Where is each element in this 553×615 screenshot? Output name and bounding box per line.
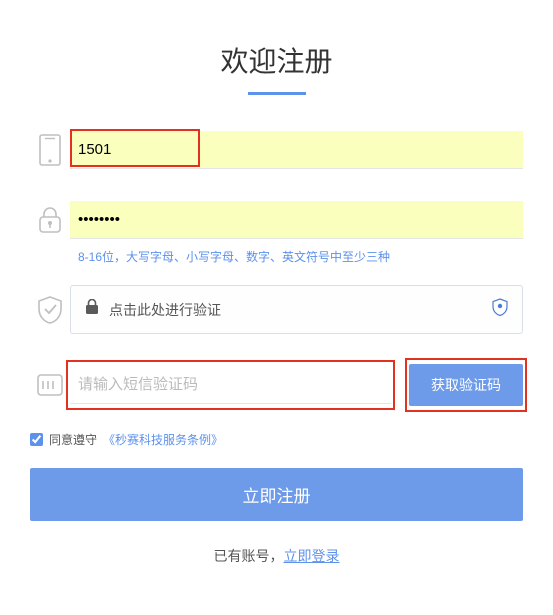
captcha-text: 点击此处进行验证: [109, 300, 221, 320]
terms-checkbox[interactable]: [30, 433, 43, 446]
get-code-button[interactable]: 获取验证码: [409, 364, 523, 406]
sms-row: 获取验证码: [30, 364, 523, 406]
captcha-row: 点击此处进行验证: [30, 285, 523, 334]
shield-badge-icon: [492, 298, 508, 321]
phone-input[interactable]: [70, 131, 523, 169]
password-hint: 8-16位，大写字母、小写字母、数字、英文符号中至少三种: [78, 248, 523, 265]
lock-solid-icon: [85, 299, 99, 320]
password-field-row: [30, 200, 523, 240]
shield-check-icon: [30, 290, 70, 330]
login-prefix: 已有账号，: [214, 548, 284, 564]
terms-prefix: 同意遵守: [49, 431, 97, 448]
terms-link[interactable]: 《秒赛科技服务条例》: [103, 431, 223, 448]
terms-row: 同意遵守 《秒赛科技服务条例》: [30, 431, 523, 448]
sms-input[interactable]: [70, 366, 391, 404]
page-title: 欢迎注册: [30, 40, 523, 80]
phone-field-row: [30, 130, 523, 170]
password-input[interactable]: [70, 201, 523, 239]
title-underline: [248, 92, 306, 95]
login-link[interactable]: 立即登录: [284, 548, 340, 564]
captcha-box[interactable]: 点击此处进行验证: [70, 285, 523, 334]
register-button[interactable]: 立即注册: [30, 468, 523, 521]
sms-code-icon: [30, 365, 70, 405]
login-row: 已有账号，立即登录: [30, 546, 523, 566]
lock-icon: [30, 200, 70, 240]
phone-icon: [30, 130, 70, 170]
